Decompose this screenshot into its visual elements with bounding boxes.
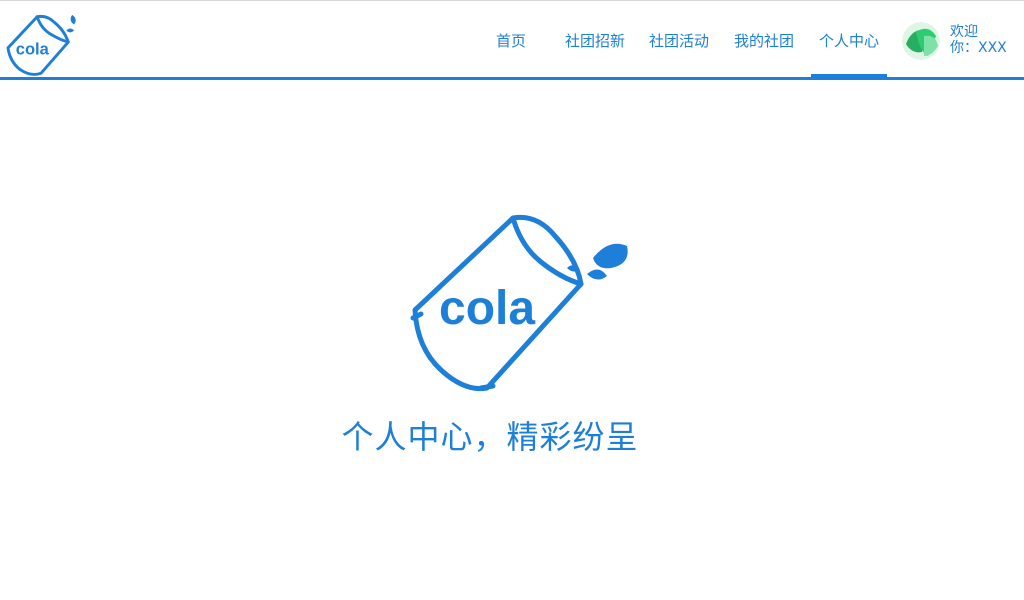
welcome-text: 欢迎 你：XXX xyxy=(950,24,1007,56)
welcome-user: 你：XXX xyxy=(950,40,1007,56)
main-nav: 首页 社团招新 社团活动 我的社团 个人中心 xyxy=(0,1,1024,78)
top-navbar: cola 首页 社团招新 社团活动 我的社团 个人中心 欢迎 你：XXX xyxy=(0,0,1024,80)
hero-slogan: 个人中心，精彩纷呈 xyxy=(341,418,639,456)
avatar-image xyxy=(902,22,940,60)
hero-logo-text: cola xyxy=(439,282,535,335)
nav-personal-center[interactable]: 个人中心 xyxy=(810,31,888,78)
nav-my-clubs[interactable]: 我的社团 xyxy=(734,31,794,51)
nav-club-activities[interactable]: 社团活动 xyxy=(649,31,709,51)
welcome-line1: 欢迎 xyxy=(950,24,978,40)
cola-hero-logo-icon: cola xyxy=(410,214,628,392)
nav-home[interactable]: 首页 xyxy=(496,31,526,51)
nav-club-recruitment[interactable]: 社团招新 xyxy=(565,31,625,51)
avatar[interactable] xyxy=(902,22,940,60)
page: cola 首页 社团招新 社团活动 我的社团 个人中心 欢迎 你：XXX col… xyxy=(0,0,1024,600)
